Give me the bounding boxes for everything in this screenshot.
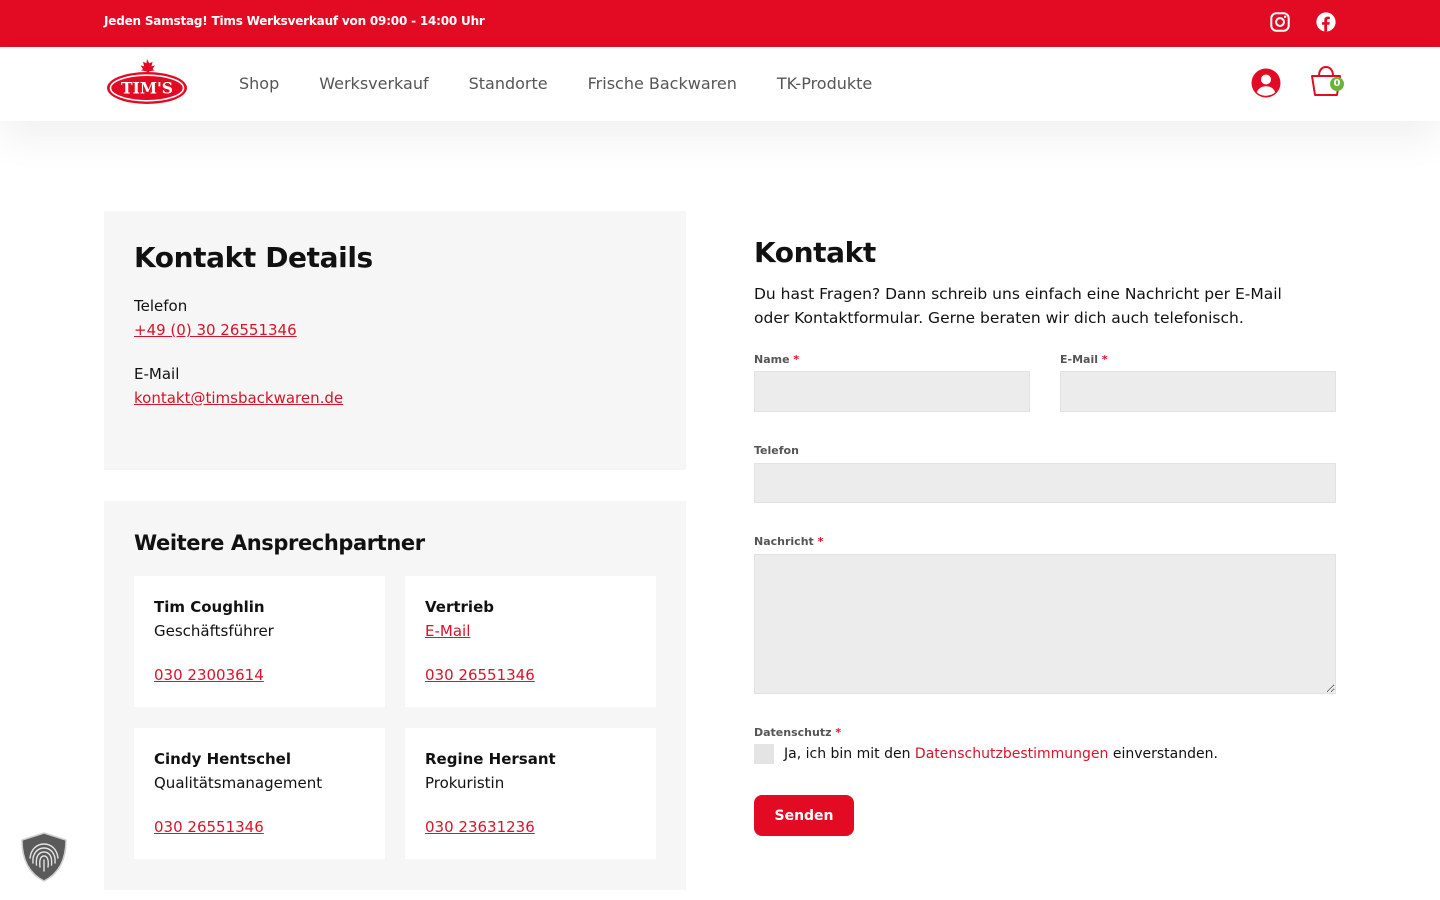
name-input[interactable]	[754, 371, 1030, 412]
message-textarea[interactable]	[754, 554, 1336, 694]
nav-tk-produkte[interactable]: TK-Produkte	[777, 74, 872, 93]
nav-werksverkauf[interactable]: Werksverkauf	[319, 74, 428, 93]
contact-card: Cindy Hentschel Qualitätsmanagement 030 …	[134, 728, 385, 859]
phone-field-label: Telefon	[754, 444, 799, 457]
contact-phone-link[interactable]: 030 26551346	[425, 666, 535, 684]
privacy-label: Datenschutz *	[754, 726, 842, 739]
instagram-icon[interactable]	[1269, 11, 1291, 33]
contact-phone-link[interactable]: 030 23631236	[425, 818, 535, 836]
main-header: TIM'S Shop Werksverkauf Standorte Frisch…	[0, 47, 1440, 121]
contact-details-panel: Kontakt Details Telefon +49 (0) 30 26551…	[104, 211, 686, 470]
contact-card: Tim Coughlin Geschäftsführer 030 2300361…	[134, 576, 385, 707]
email-link[interactable]: kontakt@timsbackwaren.de	[134, 389, 343, 407]
main-nav: Shop Werksverkauf Standorte Frische Back…	[239, 74, 872, 93]
form-intro-line-2: oder Kontaktformular. Gerne beraten wir …	[754, 309, 1244, 327]
contact-name: Regine Hersant	[425, 750, 556, 768]
user-account-icon[interactable]	[1250, 67, 1282, 99]
contact-phone-link[interactable]: 030 23003614	[154, 666, 264, 684]
contact-phone-link[interactable]: 030 26551346	[154, 818, 264, 836]
contact-email-link[interactable]: E-Mail	[425, 622, 470, 640]
cart-count-badge: 0	[1330, 77, 1344, 91]
contact-role: Geschäftsführer	[154, 622, 274, 640]
contact-card: Regine Hersant Prokuristin 030 23631236	[405, 728, 656, 859]
privacy-consent-checkbox[interactable]	[754, 744, 774, 764]
nav-frische-backwaren[interactable]: Frische Backwaren	[588, 74, 737, 93]
contact-details-title: Kontakt Details	[134, 241, 373, 274]
phone-link[interactable]: +49 (0) 30 26551346	[134, 321, 297, 339]
privacy-policy-link[interactable]: Datenschutzbestimmungen	[915, 746, 1108, 762]
form-intro-line-1: Du hast Fragen? Dann schreib uns einfach…	[754, 285, 1282, 303]
tims-logo[interactable]: TIM'S	[105, 57, 189, 107]
contact-name: Tim Coughlin	[154, 598, 265, 616]
contact-role: Qualitätsmanagement	[154, 774, 323, 792]
phone-input[interactable]	[754, 463, 1336, 503]
email-field-label: E-Mail *	[1060, 353, 1108, 366]
contacts-panel: Weitere Ansprechpartner Tim Coughlin Ges…	[104, 501, 686, 890]
nav-standorte[interactable]: Standorte	[469, 74, 548, 93]
message-label: Nachricht *	[754, 535, 824, 548]
email-label: E-Mail	[134, 365, 180, 383]
contact-card: Vertrieb E-Mail 030 26551346	[405, 576, 656, 707]
svg-text:TIM'S: TIM'S	[121, 79, 173, 98]
contacts-title: Weitere Ansprechpartner	[134, 531, 425, 555]
announcement-text: Jeden Samstag! Tims Werksverkauf von 09:…	[104, 14, 485, 28]
announcement-bar: Jeden Samstag! Tims Werksverkauf von 09:…	[0, 0, 1440, 47]
contact-name: Vertrieb	[425, 598, 494, 616]
email-input[interactable]	[1060, 371, 1336, 412]
name-label: Name *	[754, 353, 800, 366]
nav-shop[interactable]: Shop	[239, 74, 279, 93]
fingerprint-shield-icon[interactable]	[19, 831, 69, 883]
submit-button[interactable]: Senden	[754, 795, 854, 836]
contact-role: Prokuristin	[425, 774, 505, 792]
facebook-icon[interactable]	[1315, 11, 1337, 33]
form-title: Kontakt	[754, 236, 876, 269]
privacy-consent-text: Ja, ich bin mit den Datenschutzbestimmun…	[784, 746, 1218, 762]
contact-name: Cindy Hentschel	[154, 750, 291, 768]
phone-label: Telefon	[134, 297, 188, 315]
